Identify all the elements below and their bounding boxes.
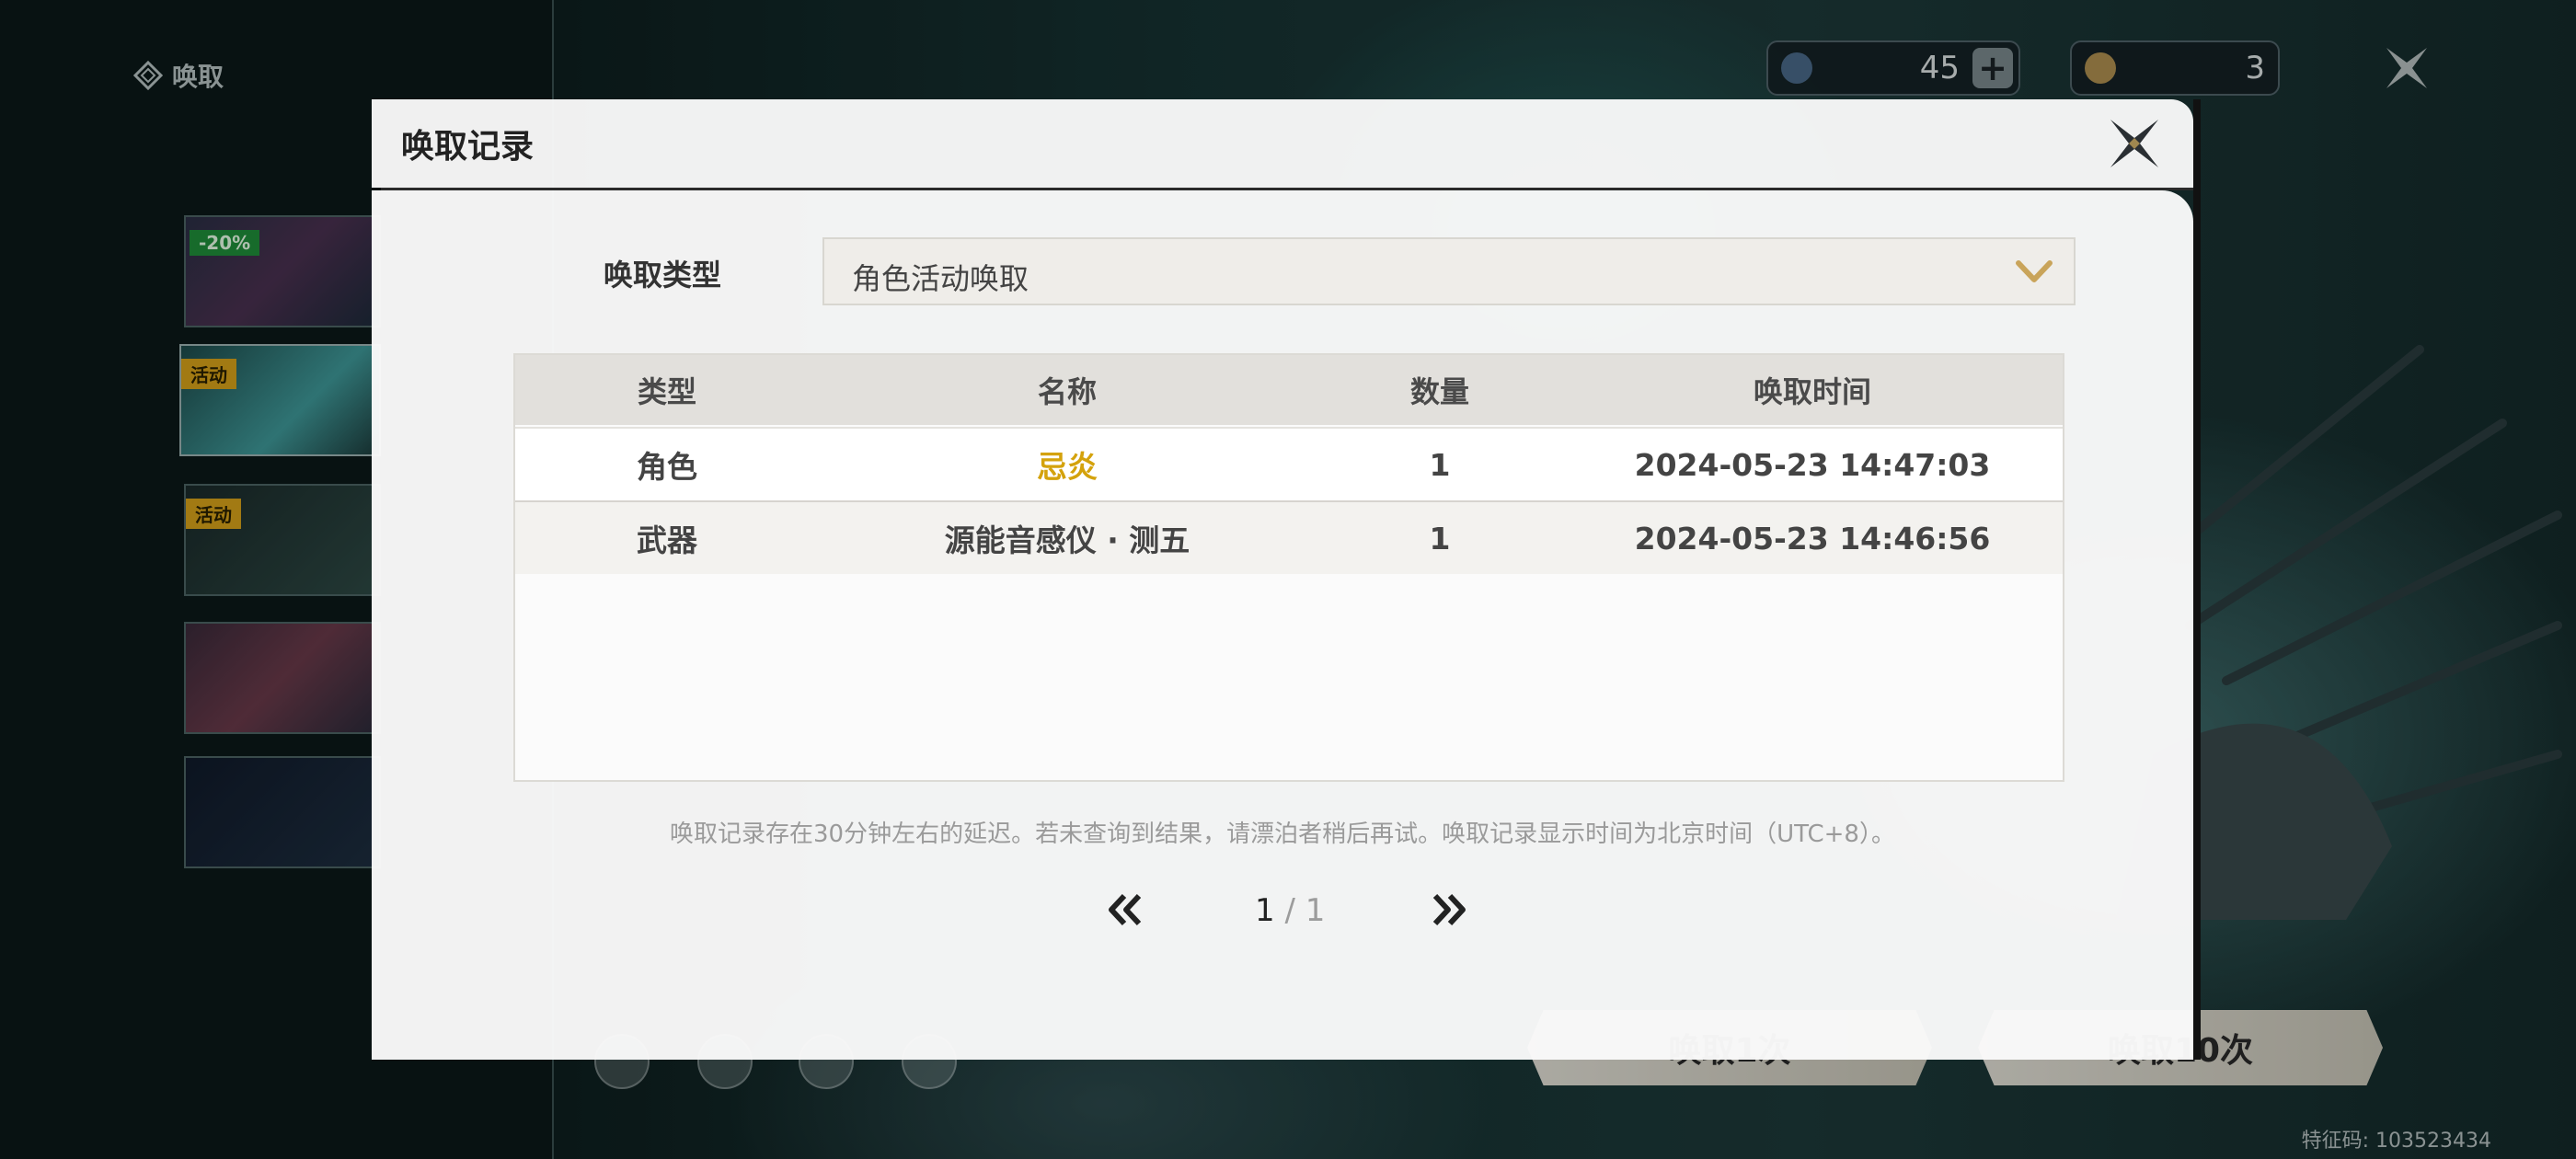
type-label: 唤取类型 [604,258,722,293]
row-name: 忌炎 [1037,449,1098,485]
row-quantity: 1 [1429,520,1451,557]
column-header-type: 类型 [637,374,696,409]
page-indicator: 1 / 1 [1255,892,1325,929]
dialog-title: 唤取记录 [401,128,535,166]
convene-type-select[interactable]: 角色活动唤取 [822,237,2076,305]
chevron-down-icon [2016,260,2053,282]
next-page-icon[interactable] [1428,889,1470,931]
delay-notice: 唤取记录存在30分钟左右的延迟。若未查询到结果，请漂泊者稍后再试。唤取记录显示时… [670,820,1895,848]
row-time: 2024-05-23 14:47:03 [1634,446,1991,483]
row-time: 2024-05-23 14:46:56 [1634,520,1991,557]
table-header: 类型 名称 数量 唤取时间 [515,355,2063,425]
table-row: 角色 忌炎 1 2024-05-23 14:47:03 [515,427,2063,502]
row-type: 武器 [637,522,697,558]
convene-history-dialog: 唤取记录 唤取类型 角色活动唤取 类型 名称 数量 唤取时间 角色 忌炎 1 2… [372,99,2201,1060]
row-name: 源能音感仪 · 测五 [944,522,1190,558]
previous-page-icon[interactable] [1104,889,1146,931]
column-header-time: 唤取时间 [1753,374,1871,409]
dialog-header [372,99,2193,188]
column-header-quantity: 数量 [1409,374,1469,409]
row-type: 角色 [637,449,697,485]
table-row: 武器 源能音感仪 · 测五 1 2024-05-23 14:46:56 [515,502,2063,574]
history-table: 类型 名称 数量 唤取时间 角色 忌炎 1 2024-05-23 14:47:0… [513,353,2064,782]
column-header-name: 名称 [1037,374,1097,409]
row-quantity: 1 [1429,446,1451,483]
close-icon[interactable] [2105,114,2164,173]
page-current: 1 [1255,892,1275,929]
pagination: 1 / 1 [372,883,2193,938]
page-total: / 1 [1284,892,1326,929]
dialog-edge [2193,99,2201,1060]
type-select-value: 角色活动唤取 [852,261,1029,296]
